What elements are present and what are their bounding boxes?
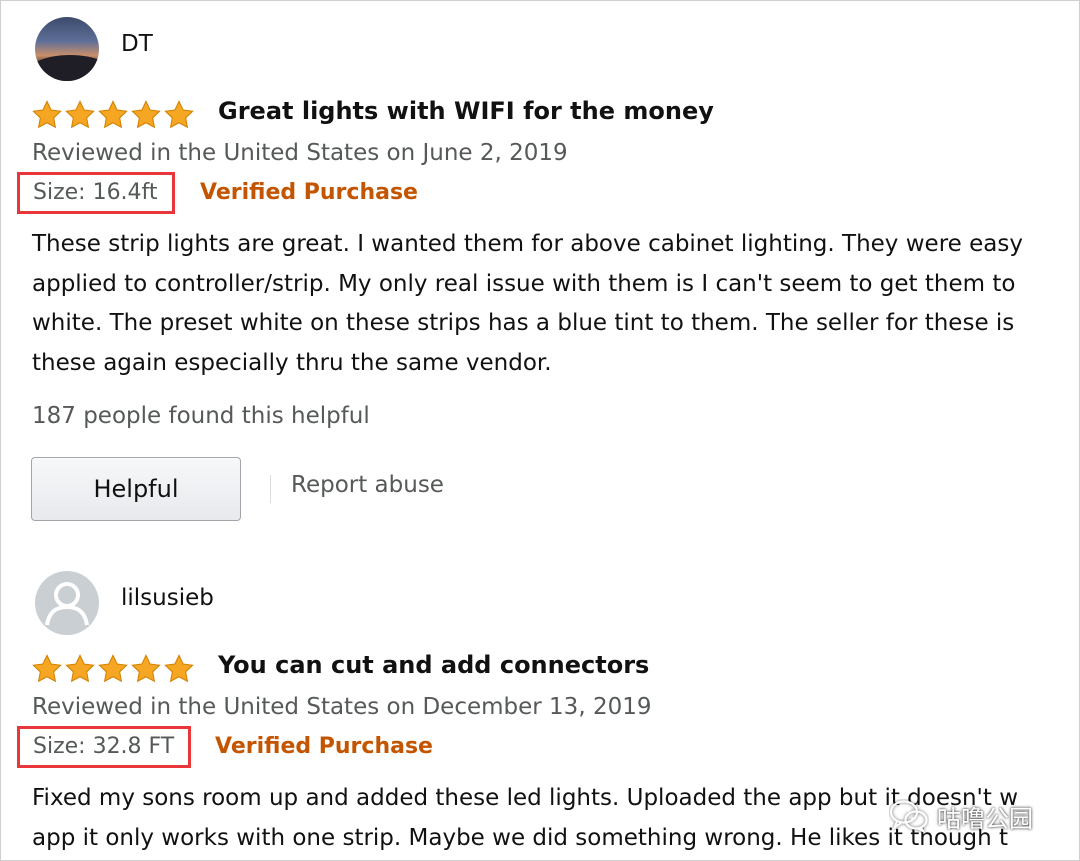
review-body-line: These strip lights are great. I wanted t… — [32, 231, 1023, 257]
verified-purchase-badge[interactable]: Verified Purchase — [200, 180, 418, 205]
size-variant[interactable]: Size: 32.8 FT — [33, 734, 174, 759]
reviewer-avatar[interactable] — [35, 571, 99, 635]
review-title[interactable]: Great lights with WIFI for the money — [218, 97, 714, 125]
reviewer-avatar[interactable] — [35, 17, 99, 81]
reviewer-name[interactable]: DT — [121, 31, 153, 57]
default-user-icon — [45, 582, 89, 626]
star-icon — [164, 654, 194, 683]
star-icon — [65, 654, 95, 683]
review-date: Reviewed in the United States on Decembe… — [32, 694, 652, 720]
review-date: Reviewed in the United States on June 2,… — [32, 140, 568, 166]
wechat-icon — [889, 800, 928, 833]
review-body-line: white. The preset white on these strips … — [32, 310, 1015, 336]
star-icon — [65, 100, 95, 129]
size-variant[interactable]: Size: 16.4ft — [33, 180, 158, 205]
star-rating[interactable] — [31, 653, 195, 685]
reviews-panel: DT Great lights with WIFI for the money … — [0, 0, 1080, 861]
review-title[interactable]: You can cut and add connectors — [218, 651, 649, 679]
helpful-button[interactable]: Helpful — [31, 457, 241, 521]
star-icon — [131, 100, 161, 129]
review-body: These strip lights are great. I wanted t… — [32, 225, 1079, 383]
star-icon — [131, 654, 161, 683]
review-body-line: these again especially thru the same ven… — [32, 349, 552, 376]
watermark-text: 咕噜公园 — [937, 804, 1033, 833]
size-highlight-box: Size: 16.4ft — [17, 172, 175, 214]
star-icon — [32, 100, 62, 129]
divider — [270, 475, 271, 503]
helpful-count: 187 people found this helpful — [32, 403, 370, 429]
star-icon — [98, 654, 128, 683]
review-body-line: applied to controller/strip. My only rea… — [32, 270, 1016, 297]
verified-purchase-badge[interactable]: Verified Purchase — [215, 734, 433, 759]
size-highlight-box: Size: 32.8 FT — [17, 726, 192, 768]
report-abuse-link[interactable]: Report abuse — [291, 472, 444, 498]
star-rating[interactable] — [31, 99, 195, 131]
star-icon — [32, 654, 62, 683]
watermark: 咕噜公园 — [889, 796, 1033, 836]
star-icon — [164, 100, 194, 129]
reviewer-name[interactable]: lilsusieb — [121, 585, 214, 611]
star-icon — [98, 100, 128, 129]
